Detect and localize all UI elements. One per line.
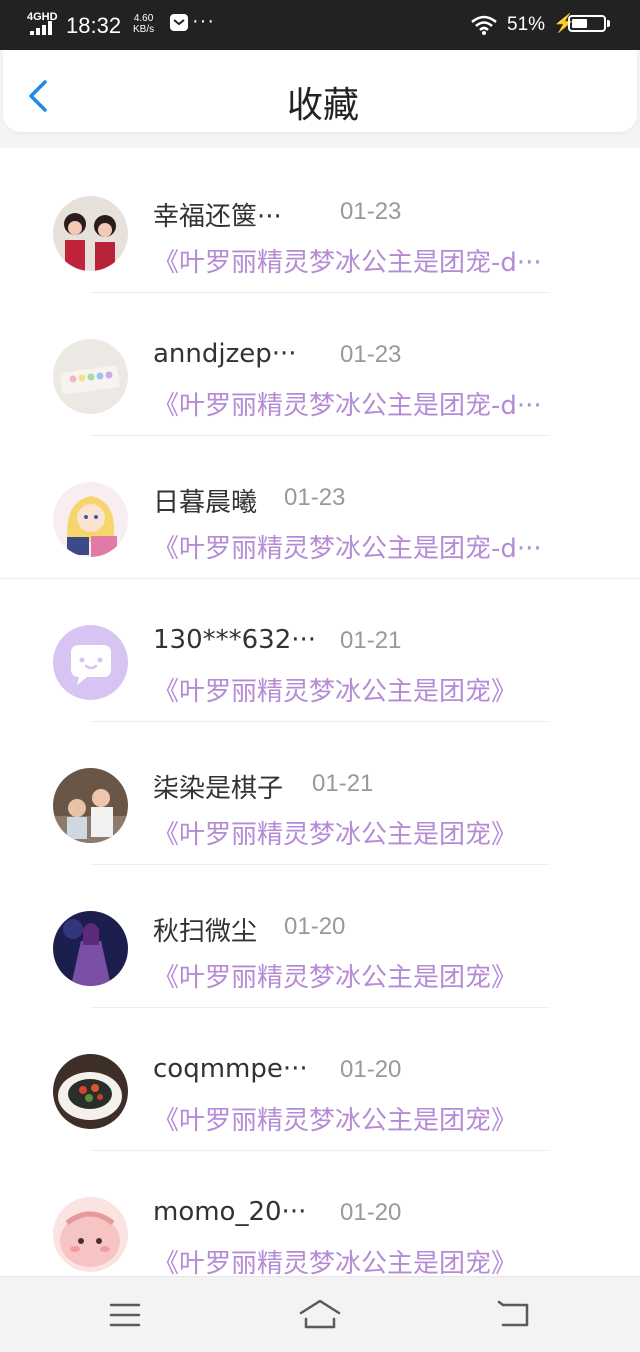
system-nav-bar <box>0 1276 640 1352</box>
network-speed-value: 4.60 <box>133 13 154 24</box>
favorite-date: 01-23 <box>340 341 402 368</box>
favorite-date: 01-20 <box>340 1199 402 1226</box>
favorite-item[interactable]: coqmmpe··· 01-20 《叶罗丽精灵梦冰公主是团宠》 <box>0 1008 640 1151</box>
story-title-link[interactable]: 《叶罗丽精灵梦冰公主是团宠》 <box>153 814 517 851</box>
story-title-link[interactable]: 《叶罗丽精灵梦冰公主是团宠-d··· <box>153 242 542 279</box>
network-speed: 4.60 KB/s <box>133 13 154 35</box>
header-card: 收藏 <box>3 50 637 132</box>
story-title-link[interactable]: 《叶罗丽精灵梦冰公主是团宠-d··· <box>153 528 542 565</box>
network-speed-unit: KB/s <box>133 24 155 35</box>
page-title: 收藏 <box>286 85 359 126</box>
battery-icon <box>568 15 606 32</box>
menu-icon <box>109 1303 141 1327</box>
menu-button[interactable] <box>105 1295 145 1335</box>
user-name: 日暮晨曦 <box>153 488 258 518</box>
favorite-item[interactable]: 柒染是棋子 01-21 《叶罗丽精灵梦冰公主是团宠》 <box>0 722 640 865</box>
favorite-date: 01-23 <box>340 198 402 225</box>
clock: 18:32 <box>66 13 122 38</box>
user-name: momo_20··· <box>153 1197 307 1227</box>
story-title-link[interactable]: 《叶罗丽精灵梦冰公主是团宠》 <box>153 671 517 708</box>
user-name: coqmmpe··· <box>153 1054 308 1084</box>
wifi-icon <box>470 14 498 36</box>
favorites-list: 幸福还箧··· 01-23 《叶罗丽精灵梦冰公主是团宠-d··· anndjze… <box>0 150 640 1279</box>
favorite-item[interactable]: 日暮晨曦 01-23 《叶罗丽精灵梦冰公主是团宠-d··· <box>0 436 640 579</box>
header: 收藏 <box>0 50 640 148</box>
favorite-item[interactable]: anndjzep··· 01-23 《叶罗丽精灵梦冰公主是团宠-d··· <box>0 293 640 436</box>
favorite-item[interactable]: 秋扫微尘 01-20 《叶罗丽精灵梦冰公主是团宠》 <box>0 865 640 1008</box>
avatar-two-girls-photo <box>53 196 128 271</box>
favorite-item[interactable]: 幸福还箧··· 01-23 《叶罗丽精灵梦冰公主是团宠-d··· <box>0 150 640 293</box>
avatar-desk-items-photo <box>53 339 128 414</box>
story-title-link[interactable]: 《叶罗丽精灵梦冰公主是团宠-d··· <box>153 385 542 422</box>
user-name: 130***632··· <box>153 625 317 655</box>
signal-icon <box>30 21 56 35</box>
battery-cap <box>607 20 610 27</box>
story-title-link[interactable]: 《叶罗丽精灵梦冰公主是团宠》 <box>153 1243 517 1280</box>
favorite-item[interactable]: 130***632··· 01-21 《叶罗丽精灵梦冰公主是团宠》 <box>0 579 640 722</box>
user-name: 幸福还箧··· <box>153 202 282 232</box>
favorite-date: 01-21 <box>312 770 374 797</box>
avatar-food-dish-photo <box>53 1054 128 1129</box>
avatar-default-chat-bubble <box>53 625 128 700</box>
avatar-anime-girl <box>53 482 128 557</box>
more-notifications-indicator: ··· <box>192 10 215 32</box>
home-button[interactable] <box>298 1295 342 1335</box>
status-bar: 4GHD 18:32 4.60 KB/s ··· 51% ⚡ <box>0 0 640 50</box>
favorite-date: 01-23 <box>284 484 346 511</box>
user-name: 秋扫微尘 <box>153 917 258 947</box>
favorite-date: 01-20 <box>340 1056 402 1083</box>
favorite-date: 01-21 <box>340 627 402 654</box>
back-arrow-icon <box>497 1300 529 1327</box>
avatar-two-children-photo <box>53 768 128 843</box>
back-nav-button[interactable] <box>495 1295 535 1335</box>
home-icon <box>299 1299 341 1329</box>
avatar-fantasy-character <box>53 911 128 986</box>
favorite-date: 01-20 <box>284 913 346 940</box>
user-name: 柒染是棋子 <box>153 774 284 804</box>
user-name: anndjzep··· <box>153 339 297 369</box>
favorite-item[interactable]: momo_20··· 01-20 《叶罗丽精灵梦冰公主是团宠》 <box>0 1151 640 1294</box>
battery-percent: 51% <box>507 14 546 35</box>
avatar-pink-cartoon-face <box>53 1197 128 1272</box>
story-title-link[interactable]: 《叶罗丽精灵梦冰公主是团宠》 <box>153 1100 517 1137</box>
notification-icon <box>170 14 188 31</box>
story-title-link[interactable]: 《叶罗丽精灵梦冰公主是团宠》 <box>153 957 517 994</box>
